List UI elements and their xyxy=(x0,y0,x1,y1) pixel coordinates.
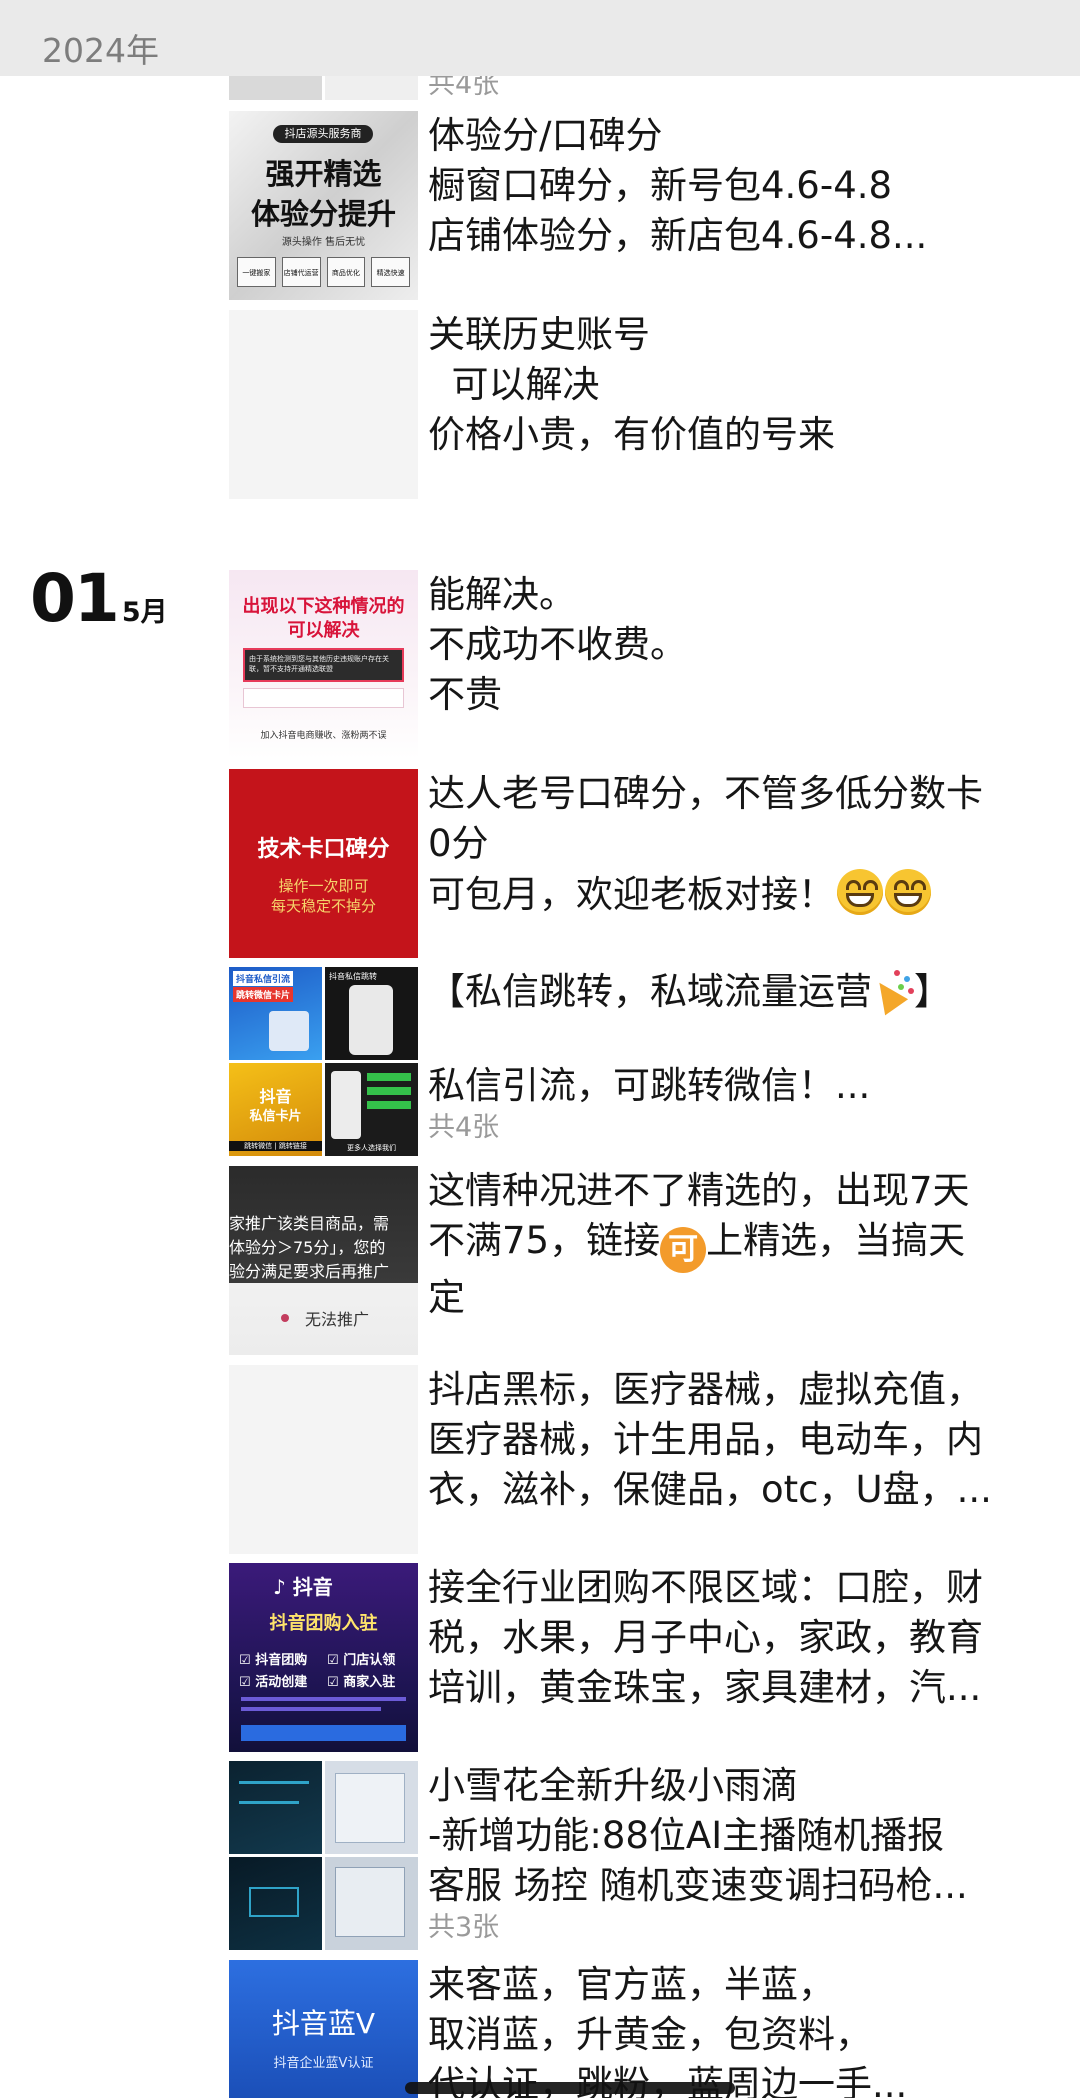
thumbnail-image[interactable] xyxy=(325,1857,418,1950)
grin-emoji-icon xyxy=(885,869,931,915)
post-text-line: 取消蓝，升黄金，包资料， xyxy=(428,2013,872,2056)
thumbnail-text: 家推广该类目商品，需 xyxy=(229,1214,390,1233)
home-indicator[interactable] xyxy=(405,2082,735,2094)
post-text-line: 接全行业团购不限区域：口腔，财 xyxy=(428,1566,983,1609)
thumbnail-footer: 加入抖音电商赚收、涨粉两不误 xyxy=(260,731,387,741)
thumbnail-brand: ♪ 抖音 xyxy=(273,1575,333,1599)
post-thumbnail[interactable] xyxy=(229,310,418,499)
post-text-line: 衣，滋补，保健品，otc，U盘，... xyxy=(428,1468,992,1511)
post-text-line: 这情种况进不了精选的，出现7天 xyxy=(428,1169,970,1212)
post-text: 接全行业团购不限区域：口腔，财 税，水果，月子中心，家政，教育 培训，黄金珠宝，… xyxy=(428,1563,1028,1713)
post-thumbnail-grid[interactable] xyxy=(229,1761,418,1950)
post-text-line: 【私信跳转，私域流量运营】 xyxy=(428,968,951,1013)
thumbnail-headline: 抖音蓝V xyxy=(271,2007,376,2040)
post-thumbnail[interactable]: 出现以下这种情况的 可以解决 由于系统检测到您与其他历史违规账户存在关联，暂不支… xyxy=(229,570,418,759)
post-text-line: 不满75，链接可上精选，当搞天 xyxy=(428,1216,1028,1273)
thumbnail-text: 验分满足要求后再推广 xyxy=(229,1262,390,1281)
thumbnail-image[interactable]: 抖音私信引流 跳转微信卡片 xyxy=(229,967,322,1060)
thumbnail-feature: ☑ 活动创建 xyxy=(239,1675,308,1690)
post-text-line: 私信引流，可跳转微信！... xyxy=(428,1064,871,1107)
post-text-line: 医疗器械，计生用品，电动车，内 xyxy=(428,1418,983,1461)
post-text-line: 客服 场控 随机变速变调扫码枪... xyxy=(428,1864,968,1907)
post-text-line: 定 xyxy=(428,1276,465,1319)
date-label: 01 5月 xyxy=(30,560,168,637)
post-text-line: 关联历史账号 xyxy=(428,313,650,356)
post-text: 能解决。 不成功不收费。 不贵 xyxy=(428,570,1028,720)
thumbnail-subtext: 每天稳定不掉分 xyxy=(270,897,376,915)
post-text-line: 不贵 xyxy=(428,673,502,716)
thumbnail-chip: 店铺代运营 xyxy=(281,257,321,287)
post-text-line: 税，水果，月子中心，家政，教育 xyxy=(428,1616,983,1659)
post-text-line: 体验分/口碑分 xyxy=(428,114,663,157)
post-text: 这情种况进不了精选的，出现7天 不满75，链接可上精选，当搞天 定 xyxy=(428,1166,1028,1323)
post-text-line: -新增功能:88位AI主播随机播报 xyxy=(428,1814,945,1857)
post-text: 【私信跳转，私域流量运营】 私信引流，可跳转微信！... 共4张 xyxy=(428,967,1028,1145)
thumbnail-subtext: 操作一次即可 xyxy=(278,877,369,895)
post-thumbnail-grid[interactable]: 抖音私信引流 跳转微信卡片 抖音私信跳转 抖音 私信卡片 跳转微信 | 跳转链接… xyxy=(229,967,418,1156)
thumbnail-headline: 可以解决 xyxy=(287,620,360,641)
thumbnail-image[interactable]: 抖音私信跳转 xyxy=(325,967,418,1060)
thumbnail-notice: 由于系统检测到您与其他历史违规账户存在关联，暂不支持开通精选联盟 xyxy=(243,648,404,682)
thumbnail-image[interactable] xyxy=(325,1761,418,1854)
image-count: 共4张 xyxy=(428,1112,500,1143)
post-text: 体验分/口碑分 橱窗口碑分，新号包4.6-4.8 店铺体验分，新店包4.6-4.… xyxy=(428,111,1028,261)
thumbnail-chip: 一键搬家 xyxy=(237,257,276,287)
post-thumbnail[interactable]: 技术卡口碑分 操作一次即可 每天稳定不掉分 xyxy=(229,769,418,958)
post-text: 关联历史账号 可以解决 价格小贵，有价值的号来 xyxy=(428,310,1028,460)
thumbnail-subtext: 源头操作 售后无忧 xyxy=(281,237,366,248)
post-text: 抖店黑标，医疗器械，虚拟充值， 医疗器械，计生用品，电动车，内 衣，滋补，保健品… xyxy=(428,1365,1028,1515)
post-text: 来客蓝，官方蓝，半蓝， 取消蓝，升黄金，包资料， 代认证，跳粉，蓝周边一手... xyxy=(428,1960,1028,2098)
post-text-line: 小雪花全新升级小雨滴 xyxy=(428,1764,798,1807)
post-text: 达人老号口碑分，不管多低分数卡 0分 可包月，欢迎老板对接！ xyxy=(428,769,1028,920)
post-thumbnail[interactable]: 家推广该类目商品，需 体验分＞75分」，您的 验分满足要求后再推广 无法推广 xyxy=(229,1166,418,1355)
post-thumbnail[interactable]: 抖音蓝V 抖音企业蓝V认证 xyxy=(229,1960,418,2098)
year-label: 2024年 xyxy=(42,31,159,70)
thumbnail-headline: 强开精选 xyxy=(265,157,382,191)
year-header-bar: 2024年 xyxy=(0,0,1080,76)
thumbnail-feature: ☑ 商家入驻 xyxy=(327,1675,396,1690)
date-month: 5月 xyxy=(121,597,168,628)
post-text-line: 能解决。 xyxy=(428,573,576,616)
post-text-line: 橱窗口碑分，新号包4.6-4.8 xyxy=(428,164,893,207)
thumbnail-image[interactable] xyxy=(229,1761,322,1854)
post-text: 小雪花全新升级小雨滴 -新增功能:88位AI主播随机播报 客服 场控 随机变速变… xyxy=(428,1761,1028,1945)
post-text-line: 达人老号口碑分，不管多低分数卡 xyxy=(428,772,983,815)
thumbnail-subtext: 抖音企业蓝V认证 xyxy=(273,2056,374,2071)
grin-emoji-icon xyxy=(837,869,883,915)
post-thumbnail[interactable]: ♪ 抖音 抖音团购入驻 ☑ 抖音团购 ☑ 门店认领 ☑ 活动创建 ☑ 商家入驻 xyxy=(229,1563,418,1752)
thumbnail-headline: 体验分提升 xyxy=(250,197,396,231)
thumbnail-feature: ☑ 抖音团购 xyxy=(239,1653,308,1668)
post-text-line: 抖店黑标，医疗器械，虚拟充值， xyxy=(428,1368,983,1411)
thumbnail-chip: 商品优化 xyxy=(326,257,366,287)
party-popper-emoji-icon xyxy=(872,968,914,1010)
post-text-line: 0分 xyxy=(428,822,489,865)
date-day: 01 xyxy=(30,560,120,637)
thumbnail-feature: ☑ 门店认领 xyxy=(327,1653,396,1668)
image-count: 共3张 xyxy=(428,1912,500,1943)
thumbnail-button-label: 无法推广 xyxy=(305,1310,370,1329)
post-text-line: 店铺体验分，新店包4.6-4.8... xyxy=(428,214,928,257)
ke-badge-icon: 可 xyxy=(660,1227,707,1273)
thumbnail-image[interactable]: 抖音 私信卡片 跳转微信 | 跳转链接 xyxy=(229,1063,322,1156)
thumbnail-headline: 抖音团购入驻 xyxy=(269,1613,378,1634)
post-text-line: 不成功不收费。 xyxy=(428,623,687,666)
thumbnail-tag: 抖店源头服务商 xyxy=(273,125,373,143)
thumbnail-headline: 出现以下这种情况的 xyxy=(242,596,405,617)
post-thumbnail[interactable] xyxy=(229,1365,418,1554)
post-text-line: 可包月，欢迎老板对接！ xyxy=(428,869,1028,920)
thumbnail-chip: 精选快速 xyxy=(371,257,410,287)
thumbnail-text: 体验分＞75分」，您的 xyxy=(229,1238,386,1257)
post-text-line: 可以解决 xyxy=(428,363,600,406)
post-thumbnail[interactable]: 抖店源头服务商 强开精选 体验分提升 源头操作 售后无忧 一键搬家 店铺代运营 … xyxy=(229,111,418,300)
thumbnail-image[interactable]: 更多人选择我们 xyxy=(325,1063,418,1156)
post-text-line: 培训，黄金珠宝，家具建材，汽... xyxy=(428,1666,982,1709)
thumbnail-image[interactable] xyxy=(229,1857,322,1950)
post-text-line: 价格小贵，有价值的号来 xyxy=(428,413,835,456)
post-text-line: 来客蓝，官方蓝，半蓝， xyxy=(428,1963,835,2006)
thumbnail-headline: 技术卡口碑分 xyxy=(257,837,390,862)
